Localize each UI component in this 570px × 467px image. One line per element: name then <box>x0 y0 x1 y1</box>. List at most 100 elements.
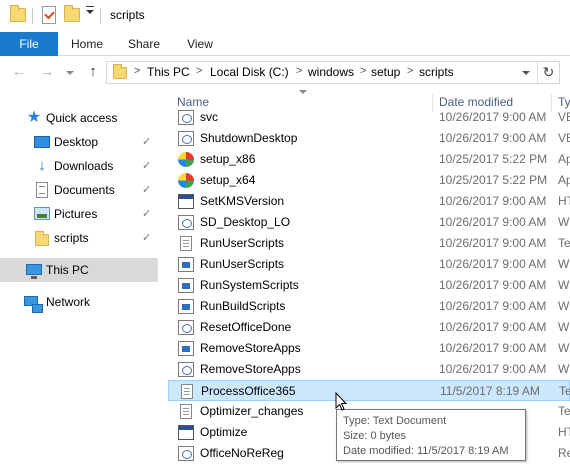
tooltip-date: Date modified: 11/5/2017 8:19 AM <box>343 445 509 457</box>
file-date-modified: 10/26/2017 9:00 AM <box>439 257 547 271</box>
file-type: Te <box>558 236 570 250</box>
nav-item-this-pc[interactable]: This PC <box>0 258 158 282</box>
file-date-modified: 10/26/2017 9:00 AM <box>439 236 547 250</box>
file-date-modified: 10/26/2017 9:00 AM <box>439 341 547 355</box>
toolbar-separator <box>32 8 33 24</box>
script-icon <box>178 131 194 146</box>
computer-icon <box>26 264 42 279</box>
nav-item-documents[interactable]: Documents ✓ <box>0 178 158 202</box>
file-name: ShutdownDesktop <box>200 131 298 145</box>
file-row[interactable]: RemoveStoreApps 10/26/2017 9:00 AM W <box>168 359 570 380</box>
file-type: HT <box>558 194 570 208</box>
breadcrumb-scripts[interactable]: scripts <box>419 65 454 79</box>
sort-ascending-icon <box>299 90 307 94</box>
file-name: ResetOfficeDone <box>200 320 292 334</box>
file-type: W <box>558 320 570 334</box>
text-icon <box>180 236 192 251</box>
nav-item-pictures[interactable]: Pictures ✓ <box>0 202 158 226</box>
file-type: W <box>558 362 570 376</box>
recent-locations-icon[interactable] <box>66 71 74 75</box>
tab-view[interactable]: View <box>178 32 222 56</box>
breadcrumb-setup[interactable]: setup <box>371 65 400 79</box>
file-type: Ap <box>558 173 570 187</box>
breadcrumb-separator: > <box>296 65 303 77</box>
file-row[interactable]: setup_x64 10/25/2017 5:22 PM Ap <box>168 170 570 191</box>
file-row[interactable]: ProcessOffice365 11/5/2017 8:19 AM Te <box>168 380 570 401</box>
file-type: VE <box>558 131 570 145</box>
file-date-modified: 10/26/2017 9:00 AM <box>439 110 547 124</box>
file-name: RunSystemScripts <box>200 278 299 292</box>
nav-label: Documents <box>54 183 115 197</box>
file-row[interactable]: RunSystemScripts 10/26/2017 9:00 AM W <box>168 275 570 296</box>
pictures-icon <box>34 207 50 220</box>
file-name: svc <box>200 110 218 124</box>
new-folder-icon[interactable] <box>64 5 80 22</box>
file-name: RemoveStoreApps <box>200 341 301 355</box>
folder-icon <box>35 231 49 246</box>
file-row[interactable]: RemoveStoreApps 10/26/2017 9:00 AM W <box>168 338 570 359</box>
file-date-modified: 10/26/2017 9:00 AM <box>439 320 547 334</box>
file-row[interactable]: RunBuildScripts 10/26/2017 9:00 AM W <box>168 296 570 317</box>
setup-icon <box>178 173 194 188</box>
file-date-modified: 10/26/2017 9:00 AM <box>439 362 547 376</box>
tab-share[interactable]: Share <box>120 32 168 56</box>
nav-item-scripts[interactable]: scripts ✓ <box>0 226 158 250</box>
folder-icon <box>113 64 127 79</box>
file-tooltip: Type: Text Document Size: 0 bytes Date m… <box>336 409 526 461</box>
file-row[interactable]: SD_Desktop_LO 10/26/2017 9:00 AM W <box>168 212 570 233</box>
file-type: Te <box>559 384 570 398</box>
nav-item-network[interactable]: Network <box>0 290 158 314</box>
title-bar: scripts <box>0 0 570 32</box>
file-row[interactable]: RunUserScripts 10/26/2017 9:00 AM W <box>168 254 570 275</box>
file-date-modified: 10/26/2017 9:00 AM <box>439 278 547 292</box>
nav-label: Desktop <box>54 135 99 149</box>
nav-item-desktop[interactable]: Desktop ✓ <box>0 130 158 154</box>
file-row[interactable]: RunUserScripts 10/26/2017 9:00 AM Te <box>168 233 570 254</box>
pin-icon: ✓ <box>142 136 152 148</box>
hta-icon <box>178 425 194 440</box>
download-icon: ↓ <box>38 157 46 174</box>
breadcrumb-windows[interactable]: windows <box>308 65 354 79</box>
file-row[interactable]: SetKMSVersion 10/26/2017 9:00 AM HT <box>168 191 570 212</box>
quick-access-dropdown-icon[interactable] <box>86 6 94 14</box>
refresh-button[interactable]: ↻ <box>538 61 560 84</box>
script-icon <box>178 110 194 125</box>
text-icon <box>181 384 193 399</box>
tab-file[interactable]: File <box>0 32 58 56</box>
address-bar[interactable]: > This PC > Local Disk (C:) > windows > … <box>106 61 538 84</box>
pin-icon: ✓ <box>142 232 152 244</box>
nav-item-quick-access[interactable]: ★ Quick access <box>0 106 158 130</box>
script-icon <box>178 215 194 230</box>
file-name: OfficeNoReReg <box>200 446 284 460</box>
file-row[interactable]: ShutdownDesktop 10/26/2017 9:00 AM VE <box>168 128 570 149</box>
file-name: RunUserScripts <box>200 257 285 271</box>
address-dropdown-icon[interactable] <box>522 71 530 75</box>
breadcrumb-separator: > <box>196 65 203 77</box>
text-icon <box>180 404 192 419</box>
nav-label: scripts <box>54 231 89 245</box>
pin-icon: ✓ <box>142 160 152 172</box>
back-button[interactable]: ← <box>10 63 28 81</box>
forward-button[interactable]: → <box>38 63 56 81</box>
file-date-modified: 10/26/2017 9:00 AM <box>439 131 547 145</box>
tab-home[interactable]: Home <box>64 32 110 56</box>
powershell-icon <box>178 257 194 272</box>
file-row[interactable]: ResetOfficeDone 10/26/2017 9:00 AM W <box>168 317 570 338</box>
ribbon-tabs: File Home Share View <box>0 32 570 56</box>
up-button[interactable]: ↑ <box>84 63 102 81</box>
properties-icon[interactable] <box>42 6 56 24</box>
desktop-icon <box>34 136 50 148</box>
breadcrumb-local-disk[interactable]: Local Disk (C:) <box>210 65 289 79</box>
breadcrumb-separator: > <box>407 65 414 77</box>
file-row[interactable]: setup_x86 10/25/2017 5:22 PM Ap <box>168 149 570 170</box>
file-row[interactable]: svc 10/26/2017 9:00 AM VE <box>168 107 570 128</box>
nav-label: Quick access <box>46 111 118 125</box>
file-name: ProcessOffice365 <box>201 384 296 398</box>
breadcrumb-this-pc[interactable]: This PC <box>147 65 190 79</box>
toolbar-separator <box>100 8 101 24</box>
file-name: RunUserScripts <box>200 236 285 250</box>
nav-item-downloads[interactable]: ↓ Downloads ✓ <box>0 154 158 178</box>
powershell-icon <box>178 341 194 356</box>
file-type: VE <box>558 110 570 124</box>
file-name: setup_x64 <box>200 173 256 187</box>
